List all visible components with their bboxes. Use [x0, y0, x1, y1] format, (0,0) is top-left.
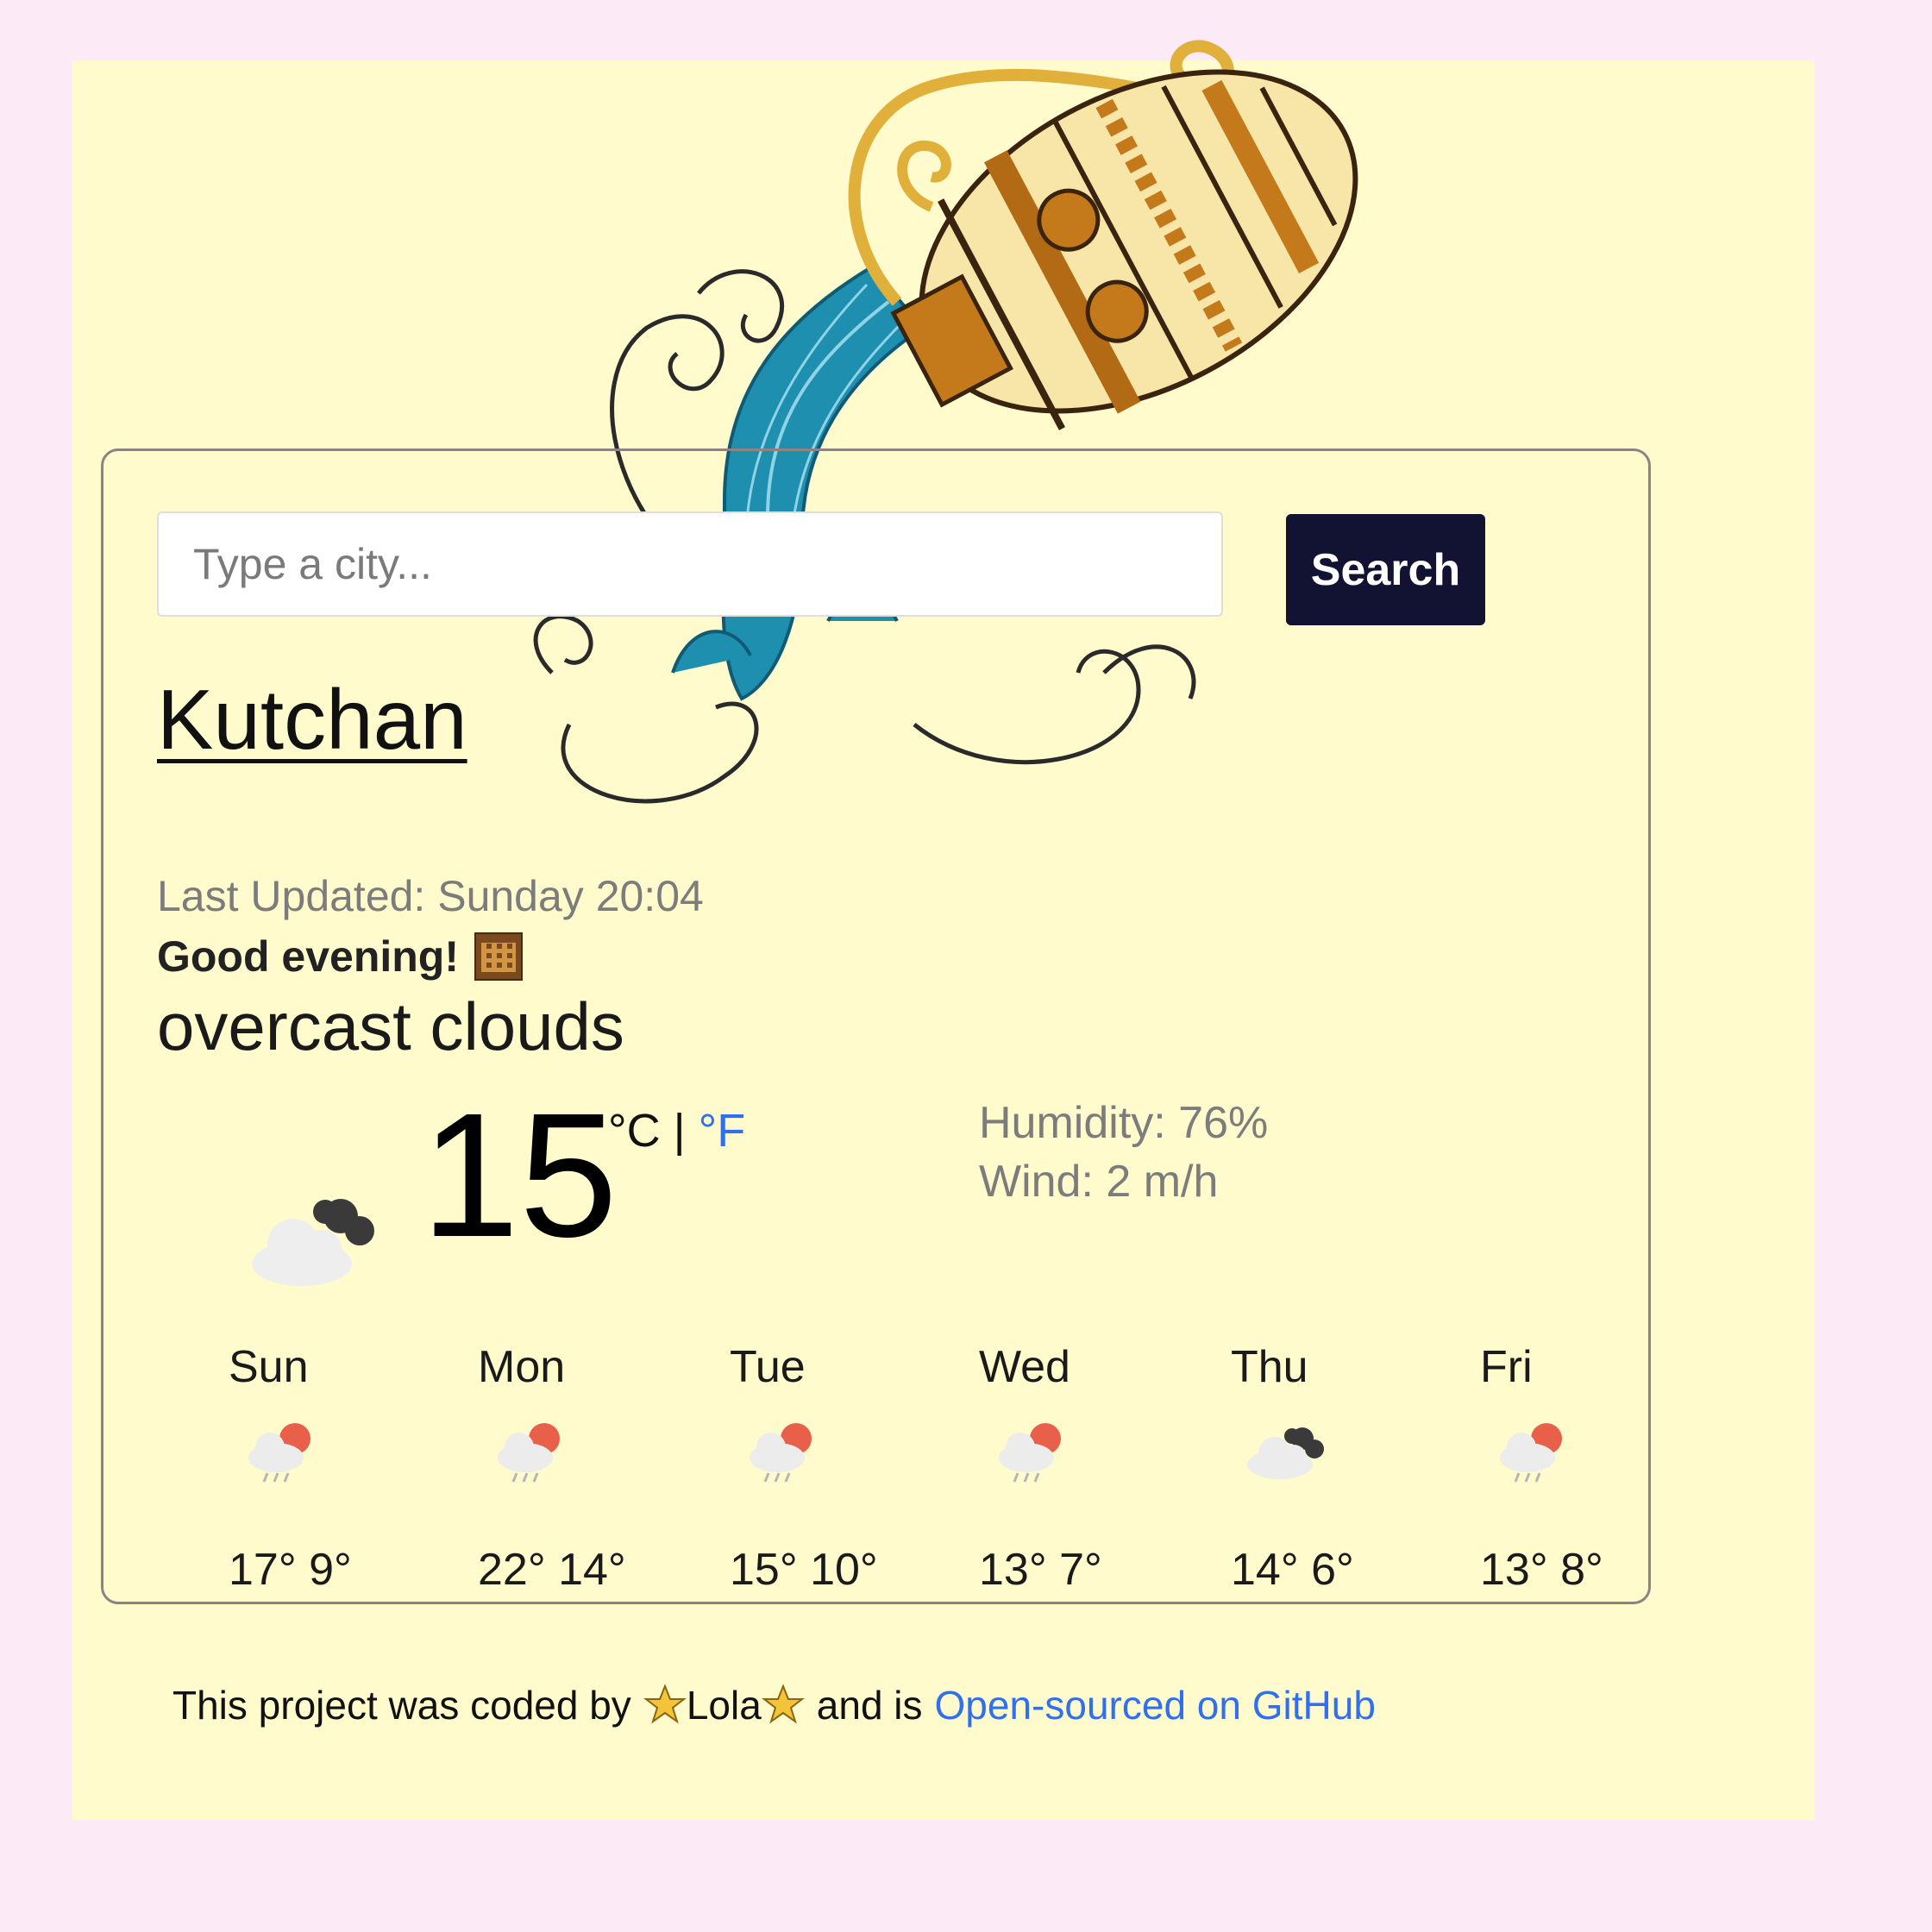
footer: This project was coded by Lola and is Op… [172, 1682, 1376, 1728]
forecast-day-name: Tue [730, 1342, 806, 1392]
github-link[interactable]: Open-sourced on GitHub [935, 1682, 1376, 1728]
greeting: Good evening! [157, 932, 523, 982]
unit-toggle: °C | °F [608, 1104, 745, 1157]
rain-icon [248, 1423, 310, 1483]
forecast-day-name: Mon [478, 1342, 566, 1392]
forecast-day-name: Thu [1231, 1342, 1308, 1392]
forecast-temps: 14° 6° [1231, 1545, 1354, 1595]
current-temperature: 15 [421, 1076, 618, 1274]
forecast-temps: 13° 7° [979, 1545, 1102, 1595]
rain-icon [498, 1423, 560, 1483]
overcast-clouds-icon [252, 1199, 374, 1286]
unit-fahrenheit-link[interactable]: °F [699, 1105, 746, 1157]
greeting-text: Good evening! [157, 932, 459, 981]
last-updated-text: Last Updated: Sunday 20:04 [157, 872, 704, 920]
search-button[interactable]: Search [1286, 514, 1485, 625]
forecast-temps: 15° 10° [730, 1545, 878, 1595]
rain-icon [1500, 1423, 1562, 1483]
star-icon [643, 1684, 687, 1724]
wind-text: Wind: 2 m/h [979, 1157, 1219, 1207]
footer-text-after: and is [816, 1683, 923, 1728]
footer-text-before: This project was coded by [172, 1683, 631, 1728]
humidity-text: Humidity: 76% [979, 1098, 1269, 1148]
forecast-temps: 13° 8° [1480, 1545, 1603, 1595]
unit-separator: | [673, 1105, 686, 1157]
rain-icon [999, 1423, 1061, 1483]
rain-icon [750, 1423, 812, 1483]
city-search-input[interactable] [157, 511, 1223, 617]
star-icon [761, 1684, 805, 1724]
weather-description: overcast clouds [157, 988, 624, 1064]
overcast-clouds-icon [1247, 1427, 1324, 1479]
forecast-temps: 17° 9° [229, 1545, 352, 1595]
night-city-emoji-icon [474, 932, 523, 981]
city-name-link[interactable]: Kutchan [157, 671, 467, 768]
forecast-day-name: Fri [1480, 1342, 1533, 1392]
forecast-day-name: Wed [979, 1342, 1070, 1392]
forecast-day-name: Sun [229, 1342, 309, 1392]
unit-celsius[interactable]: °C [608, 1105, 661, 1157]
footer-author: Lola [686, 1683, 762, 1728]
forecast-temps: 22° 14° [478, 1545, 626, 1595]
